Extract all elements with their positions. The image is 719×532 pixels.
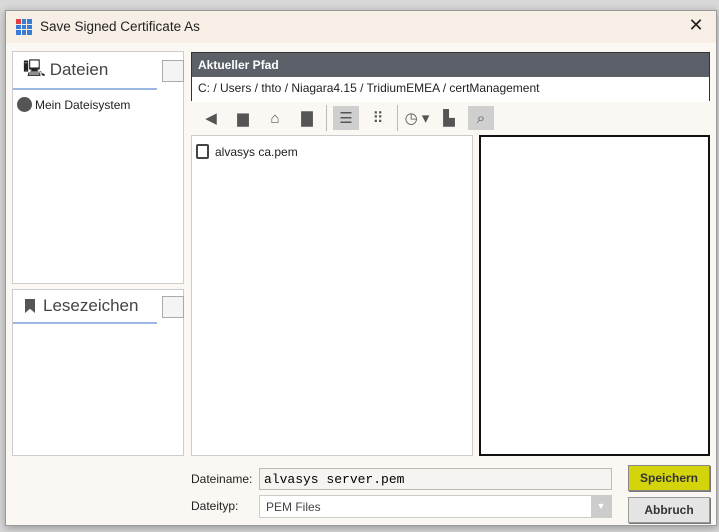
new-folder-icon[interactable]: ▇ — [294, 106, 320, 130]
filetype-select[interactable]: PEM Files ▼ — [259, 495, 612, 518]
app-logo-icon — [16, 19, 32, 35]
current-path: Aktueller Pfad C: / Users / thto / Niaga… — [191, 52, 710, 102]
files-panel: 🖳 Dateien Mein Dateisystem — [12, 51, 184, 284]
save-button[interactable]: Speichern — [628, 465, 710, 491]
cancel-button[interactable]: Abbruch — [628, 497, 710, 523]
expand-icon[interactable] — [162, 296, 184, 318]
file-list: alvasys ca.pem — [191, 135, 473, 456]
file-row[interactable]: alvasys ca.pem — [196, 144, 298, 159]
filename-input[interactable] — [259, 468, 612, 490]
bookmark-icon — [25, 299, 35, 313]
save-dialog: Save Signed Certificate As ✕ 🖳 Dateien M… — [5, 10, 717, 526]
folder-up-icon[interactable]: ▆ — [230, 106, 256, 130]
divider — [326, 105, 327, 131]
tab-dateien[interactable]: 🖳 Dateien — [13, 52, 157, 90]
list-item[interactable]: Mein Dateisystem — [17, 97, 130, 112]
tab-label: Dateien — [49, 60, 109, 79]
computer-icon: 🖳 — [23, 58, 46, 78]
path-value[interactable]: C: / Users / thto / Niagara4.15 / Tridiu… — [192, 77, 709, 102]
drive-icon — [17, 97, 32, 112]
chevron-down-icon[interactable]: ▼ — [591, 496, 611, 517]
divider — [397, 105, 398, 131]
toolbar: ◀ ▆ ⌂ ▇ ☰ ⠿ ◷ ▾ ▙ ⌕ — [198, 105, 494, 131]
tab-lesezeichen[interactable]: Lesezeichen — [13, 290, 157, 324]
path-header: Aktueller Pfad — [192, 53, 709, 77]
history-icon[interactable]: ◷ ▾ — [404, 106, 430, 130]
filename-label: Dateiname: — [191, 472, 253, 486]
list-view-icon[interactable]: ☰ — [333, 106, 359, 130]
window-title: Save Signed Certificate As — [40, 19, 200, 34]
item-label: Mein Dateisystem — [35, 97, 131, 112]
close-button[interactable]: ✕ — [684, 15, 708, 36]
file-name: alvasys ca.pem — [215, 144, 298, 159]
back-icon[interactable]: ◀ — [198, 106, 224, 130]
filetype-label: Dateityp: — [191, 499, 239, 513]
preview-icon[interactable]: ⌕ — [468, 106, 494, 130]
filetype-value: PEM Files — [266, 499, 321, 514]
title-bar: Save Signed Certificate As ✕ — [6, 11, 716, 43]
bookmark-add-icon[interactable]: ▙ — [436, 106, 462, 130]
expand-icon[interactable] — [162, 60, 184, 82]
preview-pane — [479, 135, 710, 456]
certificate-icon — [196, 144, 209, 159]
bookmarks-panel: Lesezeichen — [12, 289, 184, 456]
tab-label: Lesezeichen — [43, 296, 139, 315]
grid-view-icon[interactable]: ⠿ — [365, 106, 391, 130]
home-icon[interactable]: ⌂ — [262, 106, 288, 130]
